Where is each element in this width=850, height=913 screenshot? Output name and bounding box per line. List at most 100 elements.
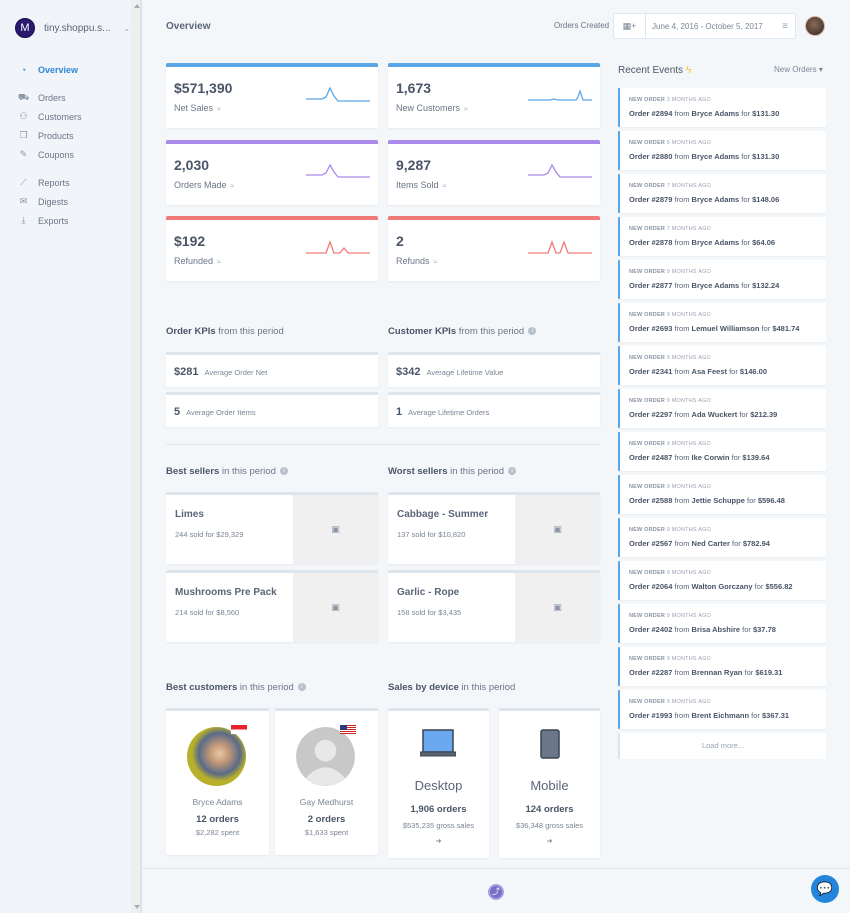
event-item[interactable]: NEW ORDER 9 MONTHS AGO Order #1993 from B… (618, 690, 826, 729)
best-sellers-title: Best sellers in this period i (166, 466, 288, 477)
stat-label: Orders Made ≈ (174, 180, 235, 190)
arrow-right-icon[interactable]: ➜ (388, 837, 489, 845)
order-kpis-title: Order KPIs from this period (166, 326, 284, 337)
event-item[interactable]: NEW ORDER 9 MONTHS AGO Order #2297 from A… (618, 389, 826, 428)
lightning-icon: ϟ (686, 65, 692, 76)
event-text: Order #2297 from Ada Wuckert for $212.39 (629, 410, 778, 419)
sparkline (528, 88, 592, 101)
event-meta: NEW ORDER 9 MONTHS AGO (629, 441, 712, 447)
box-icon: ❒ (19, 130, 28, 140)
stat-card-refunds[interactable]: 2 Refunds ≈ (388, 216, 600, 281)
events-list: NEW ORDER 3 MONTHS AGO Order #2894 from B… (618, 88, 826, 759)
events-filter-dropdown[interactable]: New Orders ▾ (774, 65, 823, 74)
event-meta: NEW ORDER 9 MONTHS AGO (629, 398, 712, 404)
event-item[interactable]: NEW ORDER 9 MONTHS AGO Order #2287 from B… (618, 647, 826, 686)
event-text: Order #1993 from Brent Eichmann for $367… (629, 711, 790, 720)
stat-label: Refunds ≈ (396, 256, 438, 266)
sidebar-item-customers[interactable]: ⚇ Customers (18, 107, 128, 126)
device-sales: $36,348 gross sales (515, 821, 584, 830)
product-card[interactable]: Garlic - Rope 158 sold for $3,435 ▣ (388, 570, 600, 642)
stat-card-new-customers[interactable]: 1,673 New Customers ≈ (388, 63, 600, 128)
load-more-button[interactable]: Load more... (618, 733, 826, 759)
sidebar-item-label: Digests (38, 196, 69, 207)
user-avatar[interactable] (805, 16, 825, 36)
scroll-down-arrow-icon[interactable] (134, 905, 140, 909)
device-card-desktop[interactable]: Desktop 1,906 orders $535,235 gross sale… (388, 708, 489, 858)
sparkline (528, 240, 592, 254)
image-placeholder-icon: ▣ (515, 573, 600, 642)
event-item[interactable]: NEW ORDER 9 MONTHS AGO Order #2877 from B… (618, 260, 826, 299)
event-text: Order #2879 from Bryce Adams for $148.06 (629, 195, 780, 204)
device-sales: $535,235 gross sales (402, 821, 475, 830)
event-item[interactable]: NEW ORDER 9 MONTHS AGO Order #2487 from I… (618, 432, 826, 471)
singapore-flag-icon (231, 725, 247, 734)
brand-logo-icon[interactable]: ⤴ (488, 884, 504, 900)
store-switcher[interactable]: M tiny.shoppu.s... ⌄ (15, 18, 130, 38)
event-item[interactable]: NEW ORDER 9 MONTHS AGO Order #2588 from J… (618, 475, 826, 514)
product-name: Mushrooms Pre Pack (175, 587, 277, 598)
kpi-average-lifetime-orders: 1 Average Lifetime Orders (388, 392, 600, 427)
customer-card[interactable]: Bryce Adams 12 orders $2,282 spent (166, 708, 269, 855)
scroll-up-arrow-icon[interactable] (134, 4, 140, 8)
stat-card-net-sales[interactable]: $571,390 Net Sales ≈ (166, 63, 378, 128)
best-customers-title: Best customers in this period i (166, 682, 306, 693)
sidebar-item-reports[interactable]: ⟋ Reports (18, 173, 128, 192)
stat-label: Net Sales ≈ (174, 103, 221, 113)
stat-value: $571,390 (174, 80, 233, 96)
event-item[interactable]: NEW ORDER 9 MONTHS AGO Order #2341 from A… (618, 346, 826, 385)
sidebar-item-products[interactable]: ❒ Products (18, 126, 128, 145)
compare-icon: ≈ (217, 106, 221, 113)
kpi-average-order-net: $281 Average Order Net (166, 352, 378, 387)
event-meta: NEW ORDER 9 MONTHS AGO (629, 484, 712, 490)
event-item[interactable]: NEW ORDER 9 MONTHS AGO Order #2064 from W… (618, 561, 826, 600)
event-item[interactable]: NEW ORDER 7 MONTHS AGO Order #2878 from B… (618, 217, 826, 256)
info-icon[interactable]: i (508, 467, 517, 476)
event-meta: NEW ORDER 7 MONTHS AGO (629, 183, 712, 189)
event-meta: NEW ORDER 9 MONTHS AGO (629, 613, 712, 619)
event-item[interactable]: NEW ORDER 3 MONTHS AGO Order #2894 from B… (618, 88, 826, 127)
sidebar-item-overview[interactable]: ◔ Overview (18, 60, 128, 79)
stat-label: New Customers ≈ (396, 103, 468, 113)
menu-icon[interactable]: ≡ (775, 21, 795, 32)
sidebar-item-coupons[interactable]: ✎ Coupons (18, 145, 128, 164)
event-text: Order #2894 from Bryce Adams for $131.30 (629, 109, 780, 118)
device-name: Mobile (530, 778, 569, 793)
customer-card[interactable]: Gay Medhurst 2 orders $1,633 spent (275, 708, 378, 855)
image-placeholder-icon: ▣ (293, 573, 378, 642)
customer-orders: 12 orders (196, 814, 239, 825)
sidebar-item-exports[interactable]: ⤓ Exports (18, 211, 128, 230)
product-card[interactable]: Mushrooms Pre Pack 214 sold for $8,560 ▣ (166, 570, 378, 642)
info-icon[interactable]: i (279, 467, 288, 476)
product-card[interactable]: Limes 244 sold for $29,329 ▣ (166, 492, 378, 564)
event-item[interactable]: NEW ORDER 9 MONTHS AGO Order #2693 from L… (618, 303, 826, 342)
compare-icon: ≈ (433, 259, 438, 266)
info-icon[interactable]: i (297, 683, 306, 692)
event-item[interactable]: NEW ORDER 9 MONTHS AGO Order #2402 from B… (618, 604, 826, 643)
info-icon[interactable]: i (528, 327, 537, 336)
event-text: Order #2880 from Bryce Adams for $131.30 (629, 152, 780, 161)
event-meta: NEW ORDER 9 MONTHS AGO (629, 656, 712, 662)
arrow-right-icon[interactable]: ➜ (499, 837, 600, 845)
sidebar-scrollbar[interactable] (131, 0, 142, 913)
sidebar-item-orders[interactable]: ⛟ Orders (18, 88, 128, 107)
event-item[interactable]: NEW ORDER 7 MONTHS AGO Order #2879 from B… (618, 174, 826, 213)
event-meta: NEW ORDER 7 MONTHS AGO (629, 226, 712, 232)
sidebar-item-digests[interactable]: ✉ Digests (18, 192, 128, 211)
product-card[interactable]: Cabbage - Summer 137 sold for $10,820 ▣ (388, 492, 600, 564)
stat-card-items-sold[interactable]: 9,287 Items Sold ≈ (388, 140, 600, 205)
event-item[interactable]: NEW ORDER 5 MONTHS AGO Order #2880 from B… (618, 131, 826, 170)
date-range-value[interactable]: June 4, 2016 - October 5, 2017 (646, 22, 775, 31)
event-item[interactable]: NEW ORDER 9 MONTHS AGO Order #2567 from N… (618, 518, 826, 557)
sidebar-item-label: Overview (38, 64, 79, 75)
customer-kpis-title: Customer KPIs from this period i (388, 326, 537, 337)
chat-icon[interactable]: 💬 (811, 875, 839, 903)
calendar-add-icon[interactable]: ▦+ (614, 14, 646, 38)
device-card-mobile[interactable]: Mobile 124 orders $36,348 gross sales ➜ (499, 708, 600, 858)
sidebar: M tiny.shoppu.s... ⌄ ◔ Overview ⛟ Orders ⚇… (0, 0, 131, 913)
stat-value: 9,287 (396, 157, 432, 173)
event-text: Order #2287 from Brennan Ryan for $619.3… (629, 668, 783, 677)
stat-card-orders-made[interactable]: 2,030 Orders Made ≈ (166, 140, 378, 205)
stat-card-refunded[interactable]: $192 Refunded ≈ (166, 216, 378, 281)
date-range-picker[interactable]: ▦+ June 4, 2016 - October 5, 2017 ≡ (613, 13, 796, 39)
sidebar-item-label: Reports (38, 177, 70, 188)
